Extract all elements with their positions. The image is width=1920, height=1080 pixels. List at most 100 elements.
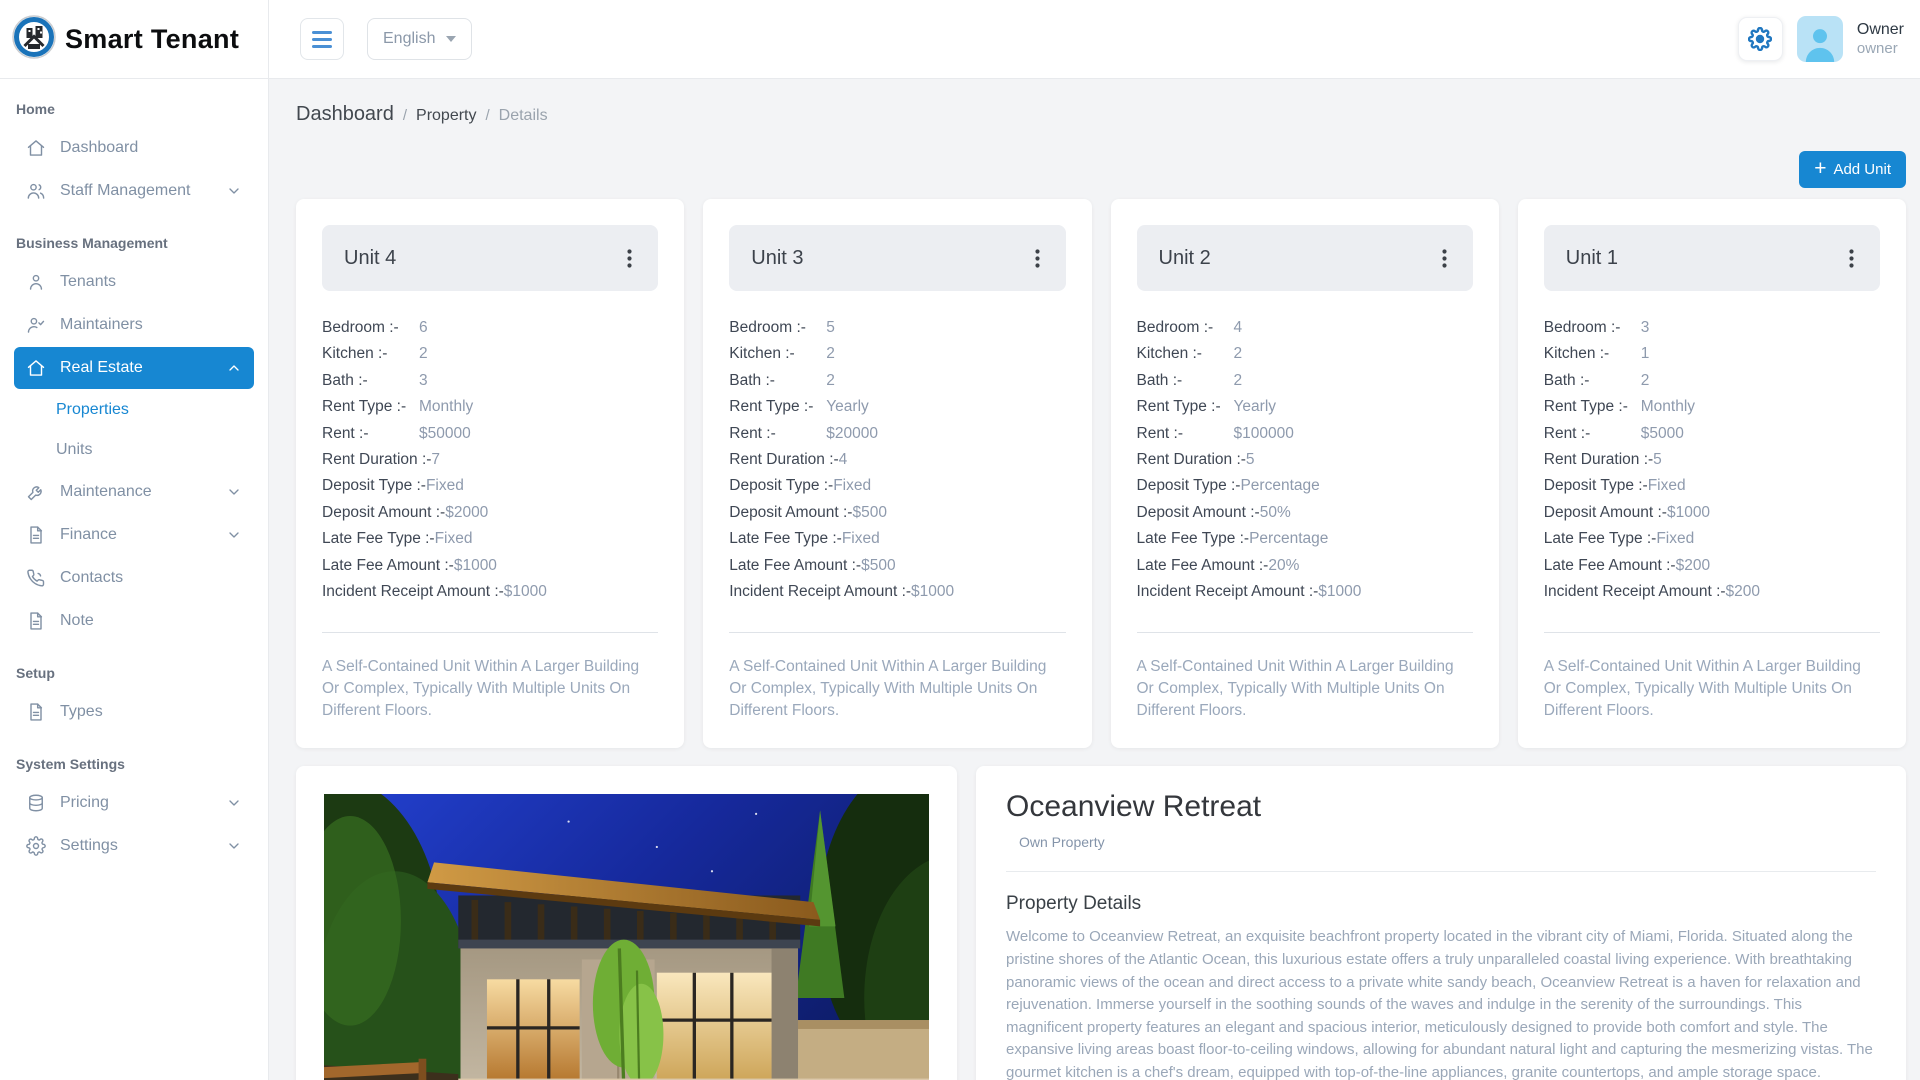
unit-field-label: Deposit Type :- <box>1544 477 1648 494</box>
unit-description: A Self-Contained Unit Within A Larger Bu… <box>729 656 1065 722</box>
brand[interactable]: Smart Tenant <box>0 0 268 79</box>
sidebar-item-settings[interactable]: Settings <box>14 825 254 867</box>
unit-menu-button[interactable] <box>1438 245 1451 272</box>
property-section: Oceanview Retreat Own Property Property … <box>296 766 1906 1080</box>
settings-button[interactable] <box>1738 17 1783 61</box>
sidebar-item-staff-management[interactable]: Staff Management <box>14 170 254 212</box>
avatar[interactable] <box>1797 16 1843 62</box>
unit-field-value: Monthly <box>419 398 473 415</box>
sidebar-subitem-properties[interactable]: Properties <box>0 390 268 430</box>
add-unit-button[interactable]: + Add Unit <box>1799 151 1906 188</box>
sidebar-item-types[interactable]: Types <box>14 691 254 733</box>
unit-menu-button[interactable] <box>623 245 636 272</box>
plus-icon: + <box>1814 158 1826 179</box>
wrench-icon <box>26 482 46 502</box>
unit-field-value: $1000 <box>504 583 547 600</box>
divider <box>1137 632 1473 633</box>
unit-field-label: Rent Type :- <box>322 394 419 420</box>
unit-field-label: Rent Type :- <box>729 394 826 420</box>
sidebar-item-real-estate[interactable]: Real Estate <box>14 347 254 389</box>
language-label: English <box>383 30 435 48</box>
unit-field-deposit-type: Deposit Type :-Fixed <box>729 473 1065 499</box>
breadcrumb-separator: / <box>403 107 407 124</box>
sidebar-subitem-units[interactable]: Units <box>0 430 268 470</box>
unit-field-label: Bedroom :- <box>729 315 826 341</box>
unit-field-rent-type: Rent Type :-Yearly <box>1137 394 1473 420</box>
unit-field-label: Late Fee Amount :- <box>1544 557 1676 574</box>
unit-field-late-fee-type: Late Fee Type :-Fixed <box>1544 526 1880 552</box>
unit-field-value: $200 <box>1676 557 1710 574</box>
unit-field-value: $1000 <box>1667 504 1710 521</box>
unit-description: A Self-Contained Unit Within A Larger Bu… <box>1544 656 1880 722</box>
unit-title: Unit 4 <box>344 247 396 270</box>
breadcrumb-property[interactable]: Property <box>416 107 476 125</box>
sidebar-item-contacts[interactable]: Contacts <box>14 557 254 599</box>
unit-field-value: 4 <box>839 451 848 468</box>
sidebar-item-note[interactable]: Note <box>14 600 254 642</box>
unit-field-label: Rent Duration :- <box>322 451 431 468</box>
unit-card-unit-4: Unit 4Bedroom :-6Kitchen :-2Bath :-3Rent… <box>296 199 684 748</box>
unit-field-label: Late Fee Amount :- <box>322 557 454 574</box>
unit-menu-button[interactable] <box>1031 245 1044 272</box>
unit-field-late-fee-amount: Late Fee Amount :-$200 <box>1544 553 1880 579</box>
unit-field-value: Percentage <box>1249 530 1328 547</box>
unit-field-value: 2 <box>1234 372 1243 389</box>
hamburger-menu-button[interactable] <box>300 18 344 60</box>
language-select[interactable]: English <box>367 18 472 60</box>
unit-field-value: $2000 <box>445 504 488 521</box>
sidebar: Smart Tenant HomeDashboardStaff Manageme… <box>0 0 269 1080</box>
unit-field-label: Rent Duration :- <box>1544 451 1653 468</box>
divider <box>1006 871 1876 872</box>
breadcrumb-dashboard[interactable]: Dashboard <box>296 103 394 126</box>
unit-field-rent-type: Rent Type :-Monthly <box>322 394 658 420</box>
unit-field-value: $1000 <box>454 557 497 574</box>
divider <box>729 632 1065 633</box>
unit-field-rent: Rent :-$50000 <box>322 421 658 447</box>
unit-field-label: Incident Receipt Amount :- <box>1137 583 1319 600</box>
unit-field-deposit-amount: Deposit Amount :-50% <box>1137 500 1473 526</box>
actions-row: + Add Unit <box>296 151 1906 188</box>
unit-field-label: Bedroom :- <box>1544 315 1641 341</box>
property-description: Welcome to Oceanview Retreat, an exquisi… <box>1006 926 1876 1080</box>
property-ownership-label: Own Property <box>1006 834 1876 850</box>
unit-field-bath: Bath :-2 <box>1544 368 1880 394</box>
unit-field-label: Incident Receipt Amount :- <box>322 583 504 600</box>
unit-field-label: Bedroom :- <box>322 315 419 341</box>
gear-icon <box>1748 27 1772 51</box>
sidebar-item-finance[interactable]: Finance <box>14 514 254 556</box>
unit-menu-button[interactable] <box>1845 245 1858 272</box>
sidebar-item-tenants[interactable]: Tenants <box>14 261 254 303</box>
sidebar-item-maintenance[interactable]: Maintenance <box>14 471 254 513</box>
unit-field-value: 20% <box>1268 557 1299 574</box>
unit-field-value: 2 <box>826 372 835 389</box>
sidebar-section-header: Home <box>0 79 268 126</box>
unit-field-bedroom: Bedroom :-6 <box>322 315 658 341</box>
unit-title: Unit 2 <box>1159 247 1211 270</box>
unit-field-deposit-amount: Deposit Amount :-$2000 <box>322 500 658 526</box>
unit-field-label: Bedroom :- <box>1137 315 1234 341</box>
unit-field-label: Late Fee Type :- <box>1544 530 1657 547</box>
sidebar-item-pricing[interactable]: Pricing <box>14 782 254 824</box>
unit-field-value: $1000 <box>1318 583 1361 600</box>
unit-field-value: $20000 <box>826 425 878 442</box>
user-role: owner <box>1857 40 1904 59</box>
sidebar-item-maintainers[interactable]: Maintainers <box>14 304 254 346</box>
unit-field-label: Bath :- <box>322 368 419 394</box>
unit-card-unit-2: Unit 2Bedroom :-4Kitchen :-2Bath :-2Rent… <box>1111 199 1499 748</box>
unit-field-value: $500 <box>861 557 895 574</box>
unit-field-rent-type: Rent Type :-Monthly <box>1544 394 1880 420</box>
unit-field-value: Fixed <box>842 530 880 547</box>
sidebar-item-dashboard[interactable]: Dashboard <box>14 127 254 169</box>
user-icon <box>26 272 46 292</box>
breadcrumb-separator: / <box>485 107 489 124</box>
unit-field-label: Deposit Amount :- <box>322 504 445 521</box>
unit-field-incident-receipt-amount: Incident Receipt Amount :-$1000 <box>322 579 658 605</box>
unit-field-kitchen: Kitchen :-1 <box>1544 341 1880 367</box>
unit-field-label: Rent Type :- <box>1137 394 1234 420</box>
unit-field-rent-duration: Rent Duration :-7 <box>322 447 658 473</box>
unit-field-value: 2 <box>1234 345 1243 362</box>
unit-field-label: Rent :- <box>729 421 826 447</box>
unit-field-label: Incident Receipt Amount :- <box>1544 583 1726 600</box>
unit-field-label: Rent Duration :- <box>729 451 838 468</box>
unit-field-value: 5 <box>826 319 835 336</box>
